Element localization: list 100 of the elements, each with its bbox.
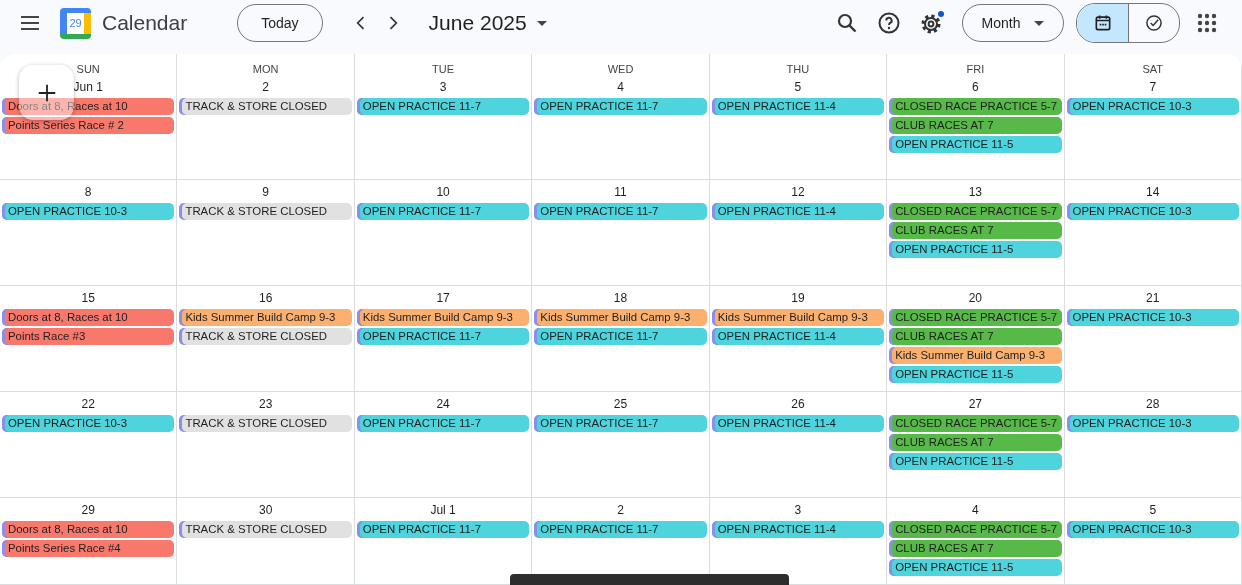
day-number[interactable]: 13 (968, 185, 983, 199)
day-number[interactable]: 16 (258, 291, 273, 305)
event-chip[interactable]: Kids Summer Build Camp 9-3 (711, 309, 885, 326)
event-chip[interactable]: CLOSED RACE PRACTICE 5-7 (889, 98, 1062, 115)
day-number[interactable]: 21 (1146, 291, 1160, 305)
calendar-logo: 29 (60, 7, 91, 39)
weekday-label: WED (607, 63, 634, 75)
day-number[interactable]: 27 (968, 397, 983, 411)
help-icon[interactable] (877, 11, 901, 35)
event-chip[interactable]: Doors at 8, Races at 10 (2, 98, 175, 115)
event-chip[interactable]: OPEN PRACTICE 10-3 (2, 415, 175, 432)
day-number[interactable]: 7 (1149, 80, 1157, 94)
event-chip[interactable]: CLOSED RACE PRACTICE 5-7 (889, 415, 1062, 432)
event-chip[interactable]: CLUB RACES AT 7 (889, 540, 1062, 557)
event-chip[interactable]: CLOSED RACE PRACTICE 5-7 (889, 521, 1062, 538)
event-chip[interactable]: OPEN PRACTICE 11-4 (711, 203, 885, 220)
day-number[interactable]: 4 (972, 503, 979, 517)
event-chip[interactable]: Kids Summer Build Camp 9-3 (356, 309, 530, 326)
event-chip[interactable]: OPEN PRACTICE 11-7 (356, 415, 530, 432)
day-number[interactable]: Jul 1 (430, 503, 456, 517)
event-chip[interactable]: OPEN PRACTICE 10-3 (2, 203, 175, 220)
event-chip[interactable]: OPEN PRACTICE 11-7 (534, 328, 707, 345)
event-chip[interactable]: OPEN PRACTICE 11-7 (534, 203, 707, 220)
day-number[interactable]: 19 (791, 291, 805, 305)
event-chip[interactable]: OPEN PRACTICE 11-5 (889, 453, 1062, 470)
event-chip[interactable]: CLOSED RACE PRACTICE 5-7 (889, 203, 1062, 220)
day-number[interactable]: 30 (258, 503, 273, 517)
apps-icon[interactable] (1195, 11, 1219, 35)
day-number[interactable]: 9 (262, 185, 269, 199)
event-chip[interactable]: CLUB RACES AT 7 (889, 222, 1062, 239)
day-number[interactable]: 15 (81, 291, 95, 305)
day-number[interactable]: 11 (614, 185, 627, 199)
day-number[interactable]: 24 (436, 397, 450, 411)
day-number[interactable]: 10 (436, 185, 450, 199)
day-number[interactable]: 17 (436, 291, 450, 305)
event-chip[interactable]: Kids Summer Build Camp 9-3 (179, 309, 352, 326)
day-number[interactable]: 8 (84, 185, 92, 199)
day-number[interactable]: 12 (791, 185, 805, 199)
day-number[interactable]: 2 (617, 503, 624, 517)
event-chip[interactable]: OPEN PRACTICE 11-5 (889, 241, 1062, 258)
event-chip[interactable]: OPEN PRACTICE 10-3 (1066, 98, 1239, 115)
event-chip[interactable]: TRACK & STORE CLOSED (179, 328, 352, 345)
day-number[interactable]: 2 (262, 80, 269, 94)
day-number[interactable]: 18 (613, 291, 628, 305)
event-chip[interactable]: TRACK & STORE CLOSED (179, 415, 352, 432)
event-chip[interactable]: Points Series Race # 2 (2, 117, 175, 134)
period-dropdown[interactable]: June 2025 (424, 7, 551, 39)
event-chip[interactable]: OPEN PRACTICE 11-4 (711, 328, 885, 345)
event-chip[interactable]: Doors at 8, Races at 10 (2, 309, 175, 326)
day-number[interactable]: 3 (439, 80, 447, 94)
day-number[interactable]: 5 (1149, 503, 1157, 517)
event-chip[interactable]: Points Race #3 (2, 328, 175, 345)
event-chip[interactable]: OPEN PRACTICE 10-3 (1066, 521, 1239, 538)
event-chip[interactable]: CLUB RACES AT 7 (889, 434, 1062, 451)
event-chip[interactable]: OPEN PRACTICE 11-7 (356, 98, 530, 115)
caret-icon (536, 20, 547, 26)
event-chip[interactable]: OPEN PRACTICE 10-3 (1066, 415, 1239, 432)
day-number[interactable]: 23 (258, 397, 273, 411)
day-number[interactable]: 6 (972, 80, 979, 94)
event-chip[interactable]: OPEN PRACTICE 11-5 (889, 366, 1062, 383)
event-chip[interactable]: OPEN PRACTICE 11-7 (534, 521, 707, 538)
event-chip[interactable]: TRACK & STORE CLOSED (179, 203, 352, 220)
event-chip[interactable]: Doors at 8, Races at 10 (2, 521, 175, 538)
event-chip[interactable]: TRACK & STORE CLOSED (179, 98, 352, 115)
event-chip[interactable]: Kids Summer Build Camp 9-3 (534, 309, 707, 326)
event-chip[interactable]: Kids Summer Build Camp 9-3 (889, 347, 1062, 364)
event-chip[interactable]: OPEN PRACTICE 11-5 (889, 559, 1062, 576)
event-chip[interactable]: OPEN PRACTICE 11-7 (534, 98, 707, 115)
day-number[interactable]: 14 (1146, 185, 1160, 199)
event-chip[interactable]: OPEN PRACTICE 11-7 (356, 521, 530, 538)
event-chip[interactable]: OPEN PRACTICE 11-4 (711, 98, 885, 115)
day-number[interactable]: Jun 1 (73, 80, 103, 94)
event-chip[interactable]: CLOSED RACE PRACTICE 5-7 (889, 309, 1062, 326)
weekday-label: SUN (76, 63, 100, 75)
day-number[interactable]: 25 (613, 397, 628, 411)
day-number[interactable]: 3 (794, 503, 802, 517)
event-chip[interactable]: TRACK & STORE CLOSED (179, 521, 352, 538)
event-chip[interactable]: OPEN PRACTICE 11-4 (711, 415, 885, 432)
event-chip[interactable]: CLUB RACES AT 7 (889, 117, 1062, 134)
event-chip[interactable]: OPEN PRACTICE 10-3 (1066, 203, 1239, 220)
event-chip[interactable]: OPEN PRACTICE 10-3 (1066, 309, 1239, 326)
day-number[interactable]: 4 (617, 80, 624, 94)
day-number[interactable]: 28 (1146, 397, 1160, 411)
day-number[interactable]: 29 (81, 503, 95, 517)
event-chip[interactable]: OPEN PRACTICE 11-7 (356, 203, 530, 220)
day-number[interactable]: 22 (81, 397, 95, 411)
day-number[interactable]: 20 (968, 291, 983, 305)
settings-icon[interactable] (919, 10, 945, 36)
weekday-label: SAT (1142, 63, 1164, 75)
calendar-view-button[interactable] (1077, 4, 1128, 42)
app-title: Calendar (102, 11, 188, 35)
event-chip[interactable]: OPEN PRACTICE 11-5 (889, 136, 1062, 153)
event-chip[interactable]: OPEN PRACTICE 11-7 (356, 328, 530, 345)
day-number[interactable]: 5 (794, 80, 802, 94)
day-number[interactable]: 26 (791, 397, 805, 411)
search-icon[interactable] (835, 11, 859, 35)
event-chip[interactable]: OPEN PRACTICE 11-4 (711, 521, 885, 538)
event-chip[interactable]: CLUB RACES AT 7 (889, 328, 1062, 345)
event-chip[interactable]: Points Series Race #4 (2, 540, 175, 557)
event-chip[interactable]: OPEN PRACTICE 11-7 (534, 415, 707, 432)
